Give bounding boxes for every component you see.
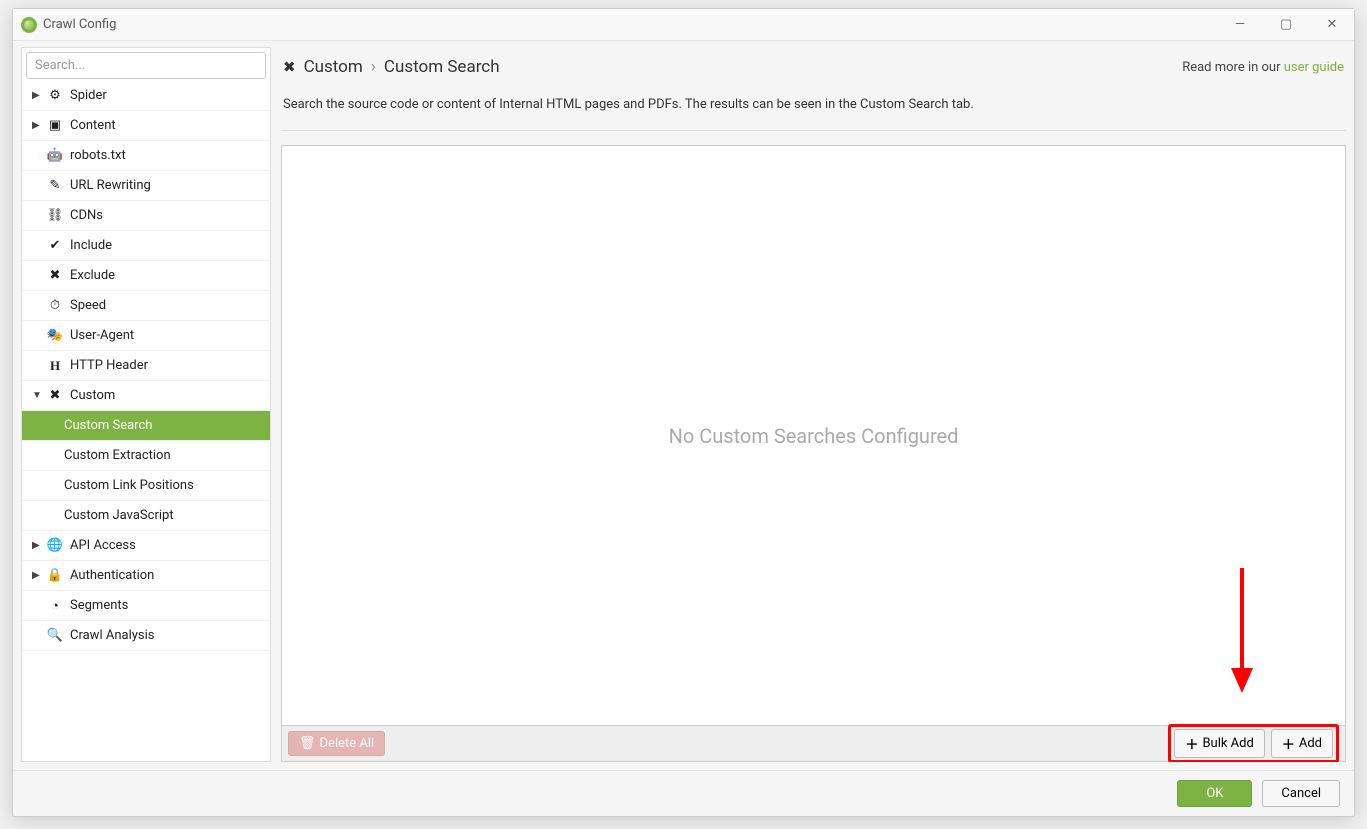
robot-icon: 🤖 bbox=[46, 148, 64, 163]
sidebar-item-label: Custom Extraction bbox=[64, 448, 270, 463]
sidebar-item-custom[interactable]: ▼✖ Custom bbox=[22, 381, 270, 411]
sidebar-item-label: Crawl Analysis bbox=[70, 628, 270, 643]
expand-arrow-icon: ▶ bbox=[32, 540, 46, 551]
sidebar-item-http-header[interactable]: H HTTP Header bbox=[22, 351, 270, 381]
readmore-prefix: Read more in our bbox=[1182, 60, 1284, 75]
breadcrumb-separator: › bbox=[371, 57, 376, 77]
window-title: Crawl Config bbox=[43, 17, 116, 32]
page-description: Search the source code or content of Int… bbox=[281, 81, 1346, 131]
sidebar-item-url-rewriting[interactable]: ✎ URL Rewriting bbox=[22, 171, 270, 201]
sidebar-item-label: Authentication bbox=[70, 568, 270, 583]
check-circle-icon: ✔ bbox=[46, 238, 64, 253]
plus-icon: ＋ bbox=[1185, 734, 1198, 753]
bulk-add-button[interactable]: ＋ Bulk Add bbox=[1174, 729, 1264, 758]
expand-arrow-icon: ▶ bbox=[32, 120, 46, 131]
expand-arrow-icon: ▶ bbox=[32, 90, 46, 101]
trash-icon: 🗑 bbox=[299, 736, 316, 751]
expand-arrow-icon: ▶ bbox=[32, 570, 46, 581]
sidebar-item-label: CDNs bbox=[70, 208, 270, 223]
sidebar-item-label: Custom Link Positions bbox=[64, 478, 270, 493]
add-button[interactable]: ＋ Add bbox=[1271, 729, 1333, 758]
tools-icon: ✖ bbox=[283, 58, 296, 76]
sidebar-item-label: Content bbox=[70, 118, 270, 133]
add-label: Add bbox=[1299, 736, 1322, 751]
sidebar-item-label: Include bbox=[70, 238, 270, 253]
sidebar: ▶⚙Spider▶▣Content🤖robots.txt✎URL Rewriti… bbox=[21, 47, 271, 762]
search-input[interactable] bbox=[26, 52, 266, 79]
header-icon: H bbox=[46, 358, 64, 374]
delete-all-button[interactable]: 🗑 Delete All bbox=[288, 731, 385, 756]
user-agent-icon: 🎭 bbox=[46, 328, 64, 343]
sidebar-item-label: API Access bbox=[70, 538, 270, 553]
layout-icon: ▣ bbox=[46, 118, 64, 133]
sidebar-tree: ▶⚙Spider▶▣Content🤖robots.txt✎URL Rewriti… bbox=[22, 81, 270, 761]
sidebar-item-label: User-Agent bbox=[70, 328, 270, 343]
tools-icon: ✖ bbox=[46, 388, 64, 403]
action-bar: 🗑 Delete All ＋ Bulk Add ＋ Add bbox=[281, 726, 1346, 762]
sidebar-item-user-agent[interactable]: 🎭 User-Agent bbox=[22, 321, 270, 351]
canvas-wrap: No Custom Searches Configured 🗑 Delete A… bbox=[281, 145, 1346, 762]
sidebar-item-label: robots.txt bbox=[70, 148, 270, 163]
breadcrumb: ✖ Custom › Custom Search Read more in ou… bbox=[281, 47, 1346, 81]
sidebar-item-custom-extraction[interactable]: Custom Extraction bbox=[22, 441, 270, 471]
plus-icon: ＋ bbox=[1282, 734, 1295, 753]
sidebar-item-label: Spider bbox=[70, 88, 270, 103]
sidebar-item-authentication[interactable]: ▶🔒 Authentication bbox=[22, 561, 270, 591]
sidebar-item-label: Segments bbox=[70, 598, 270, 613]
sidebar-item-label: URL Rewriting bbox=[70, 178, 270, 193]
x-circle-icon: ✖ bbox=[46, 268, 64, 283]
cancel-button[interactable]: Cancel bbox=[1262, 780, 1340, 807]
gauge-icon: ⏱ bbox=[46, 298, 64, 313]
maximize-button[interactable]: ▢ bbox=[1272, 17, 1300, 32]
sidebar-item-custom-javascript[interactable]: Custom JavaScript bbox=[22, 501, 270, 531]
breadcrumb-section: Custom bbox=[304, 57, 363, 77]
bulk-add-label: Bulk Add bbox=[1202, 736, 1253, 751]
sidebar-item-speed[interactable]: ⏱ Speed bbox=[22, 291, 270, 321]
sidebar-item-label: Exclude bbox=[70, 268, 270, 283]
edit-icon: ✎ bbox=[46, 178, 64, 193]
sidebar-item-label: Custom JavaScript bbox=[64, 508, 270, 523]
sidebar-item-label: HTTP Header bbox=[70, 358, 270, 373]
sidebar-item-cdns[interactable]: ⛓ CDNs bbox=[22, 201, 270, 231]
custom-search-canvas: No Custom Searches Configured bbox=[281, 145, 1346, 726]
user-guide-link[interactable]: user guide bbox=[1284, 60, 1344, 75]
sidebar-item-custom-search[interactable]: Custom Search bbox=[22, 411, 270, 441]
minimize-button[interactable]: — bbox=[1226, 17, 1254, 32]
sidebar-item-content[interactable]: ▶▣ Content bbox=[22, 111, 270, 141]
sidebar-item-custom-link-positions[interactable]: Custom Link Positions bbox=[22, 471, 270, 501]
gear-icon: ⚙ bbox=[46, 88, 64, 103]
delete-all-label: Delete All bbox=[320, 736, 375, 751]
globe-icon: 🌐 bbox=[46, 538, 64, 553]
sidebar-item-crawl-analysis[interactable]: 🔍 Crawl Analysis bbox=[22, 621, 270, 651]
sidebar-item-exclude[interactable]: ✖ Exclude bbox=[22, 261, 270, 291]
app-icon bbox=[21, 17, 37, 33]
sidebar-item-include[interactable]: ✔ Include bbox=[22, 231, 270, 261]
network-icon: ⛓ bbox=[46, 208, 64, 223]
readmore: Read more in our user guide bbox=[1182, 60, 1344, 75]
pie-icon: ◔ bbox=[46, 598, 64, 614]
crawl-config-dialog: Crawl Config — ▢ ✕ ▶⚙Spider▶▣Content🤖rob… bbox=[12, 8, 1355, 817]
dialog-content: ▶⚙Spider▶▣Content🤖robots.txt✎URL Rewriti… bbox=[13, 41, 1354, 770]
sidebar-item-spider[interactable]: ▶⚙ Spider bbox=[22, 81, 270, 111]
expand-arrow-icon: ▼ bbox=[32, 390, 46, 401]
close-button[interactable]: ✕ bbox=[1318, 17, 1346, 32]
sidebar-item-segments[interactable]: ◔ Segments bbox=[22, 591, 270, 621]
sidebar-item-label: Custom bbox=[70, 388, 270, 403]
sidebar-item-label: Speed bbox=[70, 298, 270, 313]
lock-icon: 🔒 bbox=[46, 568, 64, 583]
main-panel: ✖ Custom › Custom Search Read more in ou… bbox=[281, 47, 1346, 762]
search-icon: 🔍 bbox=[46, 628, 64, 643]
sidebar-item-label: Custom Search bbox=[64, 418, 270, 433]
sidebar-search bbox=[26, 52, 266, 79]
dialog-footer: OK Cancel bbox=[13, 770, 1354, 816]
titlebar: Crawl Config — ▢ ✕ bbox=[13, 9, 1354, 41]
annotation-highlight: ＋ Bulk Add ＋ Add bbox=[1168, 724, 1339, 762]
sidebar-item-api-access[interactable]: ▶🌐 API Access bbox=[22, 531, 270, 561]
empty-message: No Custom Searches Configured bbox=[669, 424, 959, 448]
breadcrumb-page: Custom Search bbox=[384, 57, 500, 77]
sidebar-item-robots-txt[interactable]: 🤖 robots.txt bbox=[22, 141, 270, 171]
ok-button[interactable]: OK bbox=[1177, 780, 1252, 807]
window-controls: — ▢ ✕ bbox=[1226, 17, 1346, 32]
